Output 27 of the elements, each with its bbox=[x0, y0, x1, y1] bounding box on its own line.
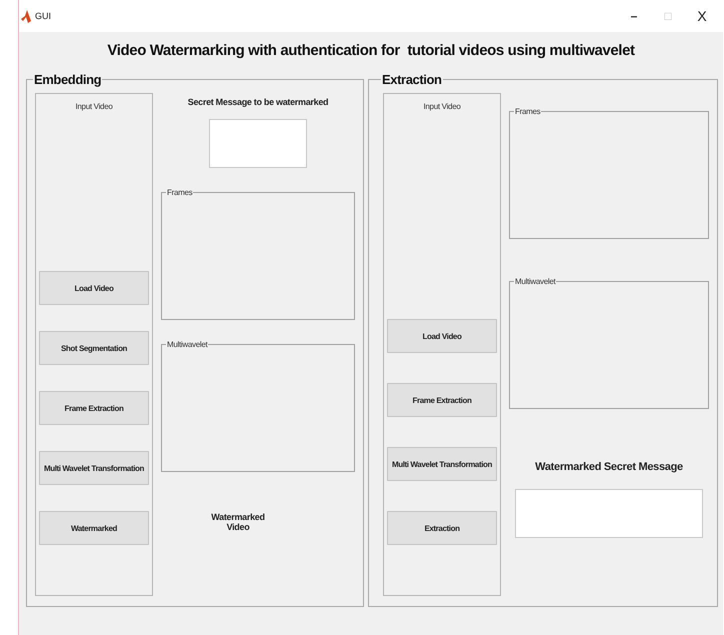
message-field[interactable] bbox=[209, 119, 307, 168]
group-panel-title: Embedding bbox=[33, 72, 102, 87]
action-button[interactable]: Load Video bbox=[387, 319, 497, 353]
action-button[interactable]: Shot Segmentation bbox=[39, 331, 149, 365]
field-label: Secret Message to be watermarked bbox=[188, 97, 328, 107]
plot-panel-title: Multiwavelet bbox=[166, 340, 208, 349]
input-video-label: Input Video bbox=[423, 102, 461, 111]
window-title: GUI bbox=[35, 11, 52, 21]
app-heading: Video Watermarking with authentication for tutorial videos using multiwavelet bbox=[106, 42, 636, 61]
action-button[interactable]: Multi Wavelet Transformation bbox=[39, 451, 149, 485]
action-button[interactable]: Multi Wavelet Transformation bbox=[387, 447, 497, 481]
message-field[interactable] bbox=[515, 489, 703, 538]
close-button[interactable]: X bbox=[687, 4, 717, 28]
plot-panel-title: Frames bbox=[514, 107, 542, 116]
action-button[interactable]: Watermarked bbox=[39, 511, 149, 545]
action-button[interactable]: Extraction bbox=[387, 511, 497, 545]
plot-panel-title: Frames bbox=[166, 188, 194, 197]
action-button[interactable]: Load Video bbox=[39, 271, 149, 305]
action-button[interactable]: Frame Extraction bbox=[387, 383, 497, 417]
app-logo-icon bbox=[21, 10, 31, 22]
input-video-label: Input Video bbox=[75, 102, 113, 111]
action-button[interactable]: Frame Extraction bbox=[39, 391, 149, 425]
minimize-button[interactable]: – bbox=[619, 4, 649, 28]
field-label: Watermarked Secret Message bbox=[535, 461, 683, 473]
plot-panel-title: Multiwavelet bbox=[514, 277, 556, 286]
output-label: Watermarked Video bbox=[211, 512, 265, 532]
group-panel-title: Extraction bbox=[381, 72, 443, 87]
